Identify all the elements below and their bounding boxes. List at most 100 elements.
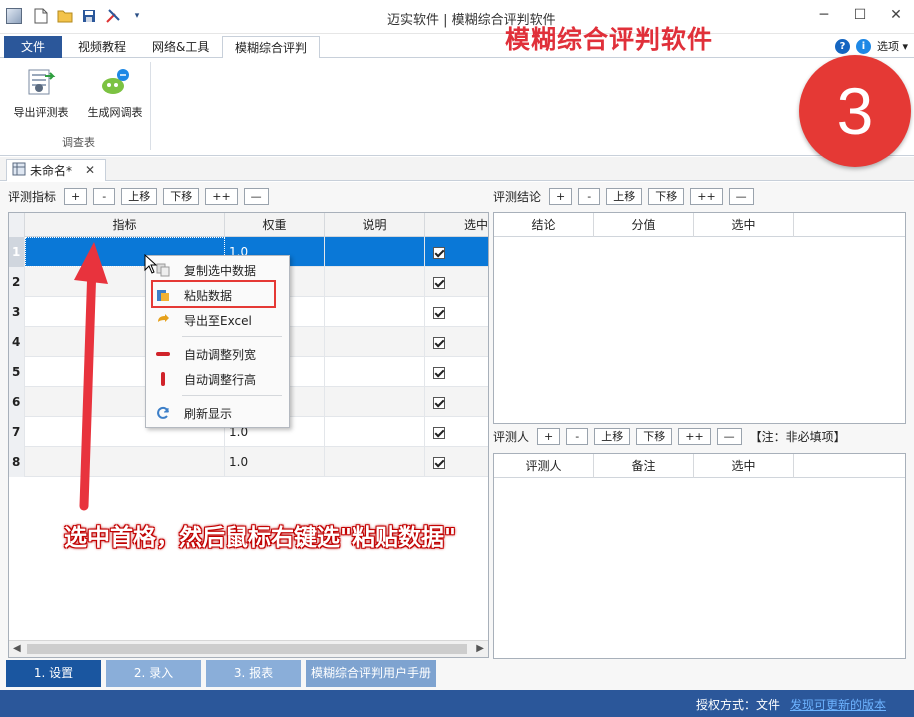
column-header-remark[interactable]: 备注 xyxy=(594,454,694,478)
customize-qat-icon[interactable]: ▾ xyxy=(128,7,146,25)
description-cell[interactable] xyxy=(325,387,425,417)
evaluator-clear-button[interactable]: — xyxy=(716,427,742,445)
generate-web-survey-button[interactable]: 生成网调表 xyxy=(84,66,146,120)
scroll-right-icon[interactable]: ▶ xyxy=(476,643,484,654)
indicator-remove-button[interactable]: - xyxy=(93,187,116,205)
selected-checkbox[interactable] xyxy=(433,306,445,319)
column-header-score[interactable]: 分值 xyxy=(594,213,694,237)
menu-item-export-excel[interactable]: 导出至Excel xyxy=(146,308,289,332)
overlay-software-title: 模糊综合评判软件 xyxy=(505,25,714,54)
tools-icon[interactable] xyxy=(104,7,122,25)
description-cell[interactable] xyxy=(325,417,425,447)
save-icon[interactable] xyxy=(80,7,98,25)
column-header-weight[interactable]: 权重 xyxy=(225,213,325,237)
nav-user-manual[interactable]: 模糊综合评判用户手册 xyxy=(306,660,436,687)
column-header-evaluator[interactable]: 评测人 xyxy=(494,454,594,478)
help-icon[interactable]: ? xyxy=(834,38,850,54)
selected-cell[interactable] xyxy=(425,447,488,477)
options-menu[interactable]: 选项 ▾ xyxy=(877,38,908,54)
indicator-cell[interactable] xyxy=(25,447,225,477)
column-header-description[interactable]: 说明 xyxy=(325,213,425,237)
step-badge: 3 xyxy=(799,55,911,167)
document-tab[interactable]: 未命名* ✕ xyxy=(6,159,106,181)
tab-file[interactable]: 文件 xyxy=(4,36,62,58)
menu-item-auto-column-width[interactable]: 自动调整列宽 xyxy=(146,342,289,366)
indicator-add-button[interactable]: + xyxy=(64,187,88,205)
selected-cell[interactable] xyxy=(425,387,488,417)
row-header-corner xyxy=(9,213,25,237)
evaluator-add-many-button[interactable]: ++ xyxy=(678,427,711,445)
evaluator-move-down-button[interactable]: 下移 xyxy=(636,427,673,445)
selected-checkbox[interactable] xyxy=(433,456,445,469)
selected-cell[interactable] xyxy=(425,417,488,447)
menu-item-copy-selected[interactable]: 复制选中数据 xyxy=(146,258,289,282)
update-available-link[interactable]: 发现可更新的版本 xyxy=(790,696,886,713)
tab-fuzzy-evaluation[interactable]: 模糊综合评判 xyxy=(222,36,321,59)
column-header-selected[interactable]: 选中 xyxy=(694,213,794,237)
evaluator-remove-button[interactable]: - xyxy=(566,427,589,445)
selected-checkbox[interactable] xyxy=(433,366,445,379)
column-header-conclusion[interactable]: 结论 xyxy=(494,213,594,237)
selected-checkbox[interactable] xyxy=(433,396,445,409)
evaluator-toolbar-label: 评测人 xyxy=(493,429,530,444)
nav-report[interactable]: 3. 报表 xyxy=(206,660,301,687)
evaluator-add-button[interactable]: + xyxy=(537,427,561,445)
selected-checkbox[interactable] xyxy=(433,426,445,439)
close-tab-icon[interactable]: ✕ xyxy=(85,163,95,177)
description-cell[interactable] xyxy=(325,267,425,297)
license-status: 授权方式：文件 xyxy=(696,698,781,712)
row-number: 1 xyxy=(9,237,25,267)
selected-checkbox[interactable] xyxy=(433,276,445,289)
conclusion-add-many-button[interactable]: ++ xyxy=(690,187,723,205)
generate-web-survey-label: 生成网调表 xyxy=(87,106,143,119)
row-number: 3 xyxy=(9,297,25,327)
minimize-button[interactable]: ─ xyxy=(806,0,842,30)
horizontal-scrollbar[interactable]: ◀ ▶ xyxy=(9,640,488,657)
column-header-selected[interactable]: 选中 xyxy=(694,454,794,478)
indicator-add-many-button[interactable]: ++ xyxy=(205,187,238,205)
conclusion-clear-button[interactable]: — xyxy=(728,187,754,205)
nav-settings[interactable]: 1. 设置 xyxy=(6,660,101,687)
menu-item-refresh[interactable]: 刷新显示 xyxy=(146,401,289,425)
scroll-left-icon[interactable]: ◀ xyxy=(13,643,21,654)
ribbon-tabs: 文件 视频教程 网络&工具 模糊综合评判 ? i 选项 ▾ xyxy=(0,34,914,59)
export-evaluation-table-button[interactable]: 导出评测表 xyxy=(10,66,72,120)
conclusion-move-down-button[interactable]: 下移 xyxy=(648,187,685,205)
selected-cell[interactable] xyxy=(425,267,488,297)
indicator-move-down-button[interactable]: 下移 xyxy=(163,187,200,205)
description-cell[interactable] xyxy=(325,237,425,267)
open-folder-icon[interactable] xyxy=(56,7,74,25)
indicator-move-up-button[interactable]: 上移 xyxy=(121,187,158,205)
indicator-clear-button[interactable]: — xyxy=(243,187,269,205)
close-button[interactable]: ✕ xyxy=(878,0,914,30)
description-cell[interactable] xyxy=(325,327,425,357)
info-icon[interactable]: i xyxy=(855,38,871,54)
column-header-indicator[interactable]: 指标 xyxy=(25,213,225,237)
nav-input[interactable]: 2. 录入 xyxy=(106,660,201,687)
conclusion-remove-button[interactable]: - xyxy=(578,187,601,205)
selected-checkbox[interactable] xyxy=(433,336,445,349)
description-cell[interactable] xyxy=(325,297,425,327)
app-icon xyxy=(6,8,22,24)
menu-item-auto-row-height[interactable]: 自动调整行高 xyxy=(146,367,289,391)
indicator-toolbar-label: 评测指标 xyxy=(8,189,57,204)
evaluator-move-up-button[interactable]: 上移 xyxy=(594,427,631,445)
maximize-button[interactable]: ☐ xyxy=(842,0,878,30)
refresh-icon xyxy=(155,405,171,421)
selected-cell[interactable] xyxy=(425,237,488,267)
selected-checkbox[interactable] xyxy=(433,246,445,259)
scrollbar-thumb[interactable] xyxy=(27,644,467,654)
tab-video-tutorial[interactable]: 视频教程 xyxy=(66,36,138,58)
conclusion-move-up-button[interactable]: 上移 xyxy=(606,187,643,205)
column-header-selected[interactable]: 选中 xyxy=(425,213,488,237)
new-file-icon[interactable] xyxy=(32,7,50,25)
web-survey-icon xyxy=(99,66,131,98)
conclusion-add-button[interactable]: + xyxy=(549,187,573,205)
weight-cell[interactable]: 1.0 xyxy=(225,447,325,477)
tab-network-tools[interactable]: 网络&工具 xyxy=(140,36,221,58)
description-cell[interactable] xyxy=(325,447,425,477)
selected-cell[interactable] xyxy=(425,297,488,327)
selected-cell[interactable] xyxy=(425,327,488,357)
description-cell[interactable] xyxy=(325,357,425,387)
selected-cell[interactable] xyxy=(425,357,488,387)
